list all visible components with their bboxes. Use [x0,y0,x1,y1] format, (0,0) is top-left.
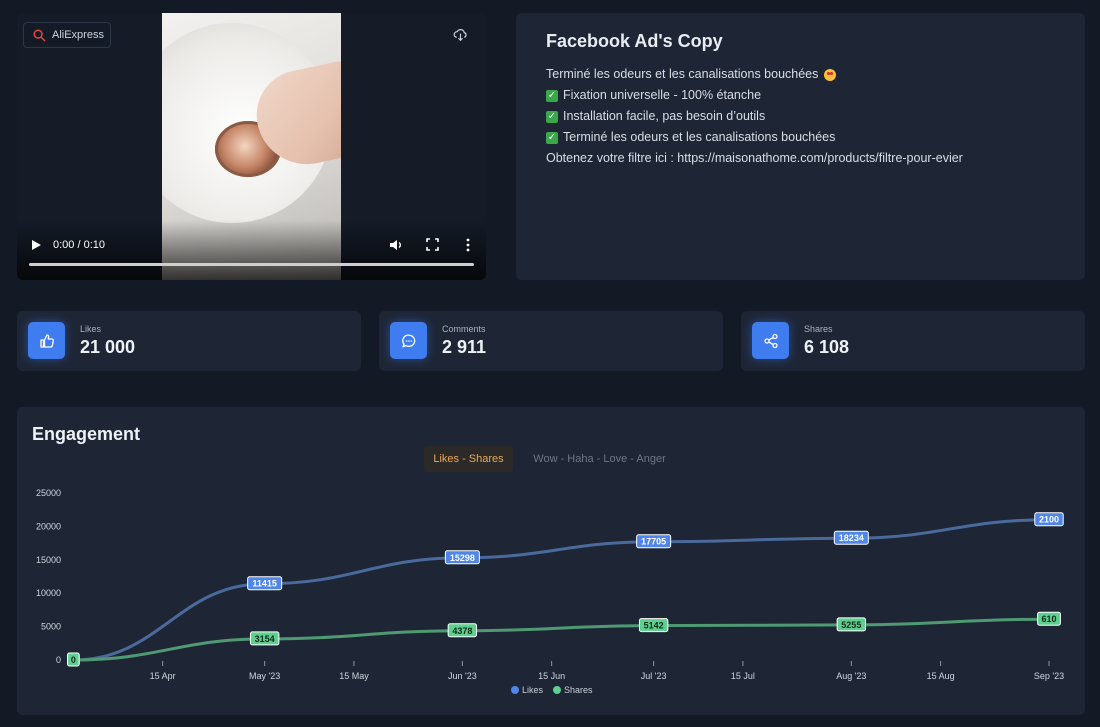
x-tick-label: Jun '23 [448,671,477,681]
stat-value: 2 911 [442,337,487,357]
cloud-download-icon[interactable] [453,27,468,42]
y-tick-label: 10000 [36,588,61,598]
ad-copy-line: ✓ Terminé les odeurs et les canalisations… [546,130,836,144]
volume-icon[interactable] [389,238,403,252]
heart-eyes-emoji-icon [824,68,837,81]
chart-legend: Likes Shares [511,685,593,695]
ad-copy-line: Terminé les odeurs et les canalisations … [546,64,963,85]
data-label: 4378 [452,626,472,636]
x-tick-label: Aug '23 [836,671,866,681]
check-mark-icon: ✓ [546,89,558,102]
stat-card-comments: Comments 2 911 [379,311,723,371]
ad-copy-title: Facebook Ad's Copy [546,31,723,51]
thumbs-up-icon [28,322,65,359]
ad-copy-line: ✓ Installation facile, pas besoin d’outil… [546,109,766,123]
x-tick-label: 15 Apr [150,671,176,681]
ad-copy-text: Terminé les odeurs et les canalisations … [546,64,963,169]
ad-copy-line: Obtenez votre filtre ici : https://maiso… [546,151,963,165]
x-tick-label: May '23 [249,671,280,681]
legend-swatch [553,686,562,694]
y-tick-label: 15000 [36,555,61,565]
stat-label: Likes [80,324,102,334]
stat-label: Comments [442,324,486,334]
ad-copy-line: ✓ Fixation universelle - 100% étanche [546,88,762,102]
data-label: 18234 [839,533,864,543]
share-icon [752,322,789,359]
check-mark-icon: ✓ [546,131,558,144]
x-tick-label: 15 Aug [927,671,955,681]
x-tick-label: 15 Jul [731,671,755,681]
more-options-icon[interactable] [462,238,474,252]
play-icon[interactable] [30,239,42,251]
fullscreen-icon[interactable] [426,238,439,251]
x-tick-label: Jul '23 [641,671,667,681]
data-label: 2100 [1039,515,1059,525]
stat-value: 6 108 [804,337,850,357]
legend-swatch [511,686,519,694]
x-tick-label: 15 Jun [538,671,565,681]
video-progress-bar[interactable] [29,263,474,266]
video-time: 0:00 / 0:10 [53,239,105,251]
aliexpress-label: AliExpress [52,29,104,41]
engagement-line-chart: 0 5000 10000 15000 20000 25000 15 Apr May '23 15… [36,488,1064,681]
stat-value: 21 000 [80,337,136,357]
legend-item-shares[interactable]: Shares [553,685,593,695]
series-line-shares [73,617,1050,662]
aliexpress-button[interactable]: AliExpress [23,22,111,48]
legend-item-likes[interactable]: Likes [511,685,543,695]
stat-label: Shares [804,324,833,334]
data-label: 3154 [255,634,275,644]
data-label: 5255 [841,620,861,630]
stat-card-likes: Likes 21 000 [17,311,361,371]
series-line-likes [73,518,1050,662]
data-label: 11415 [252,579,277,589]
y-tick-label: 25000 [36,488,61,498]
x-tick-label: 15 May [339,671,369,681]
video-player[interactable]: AliExpress 0:00 / 0:10 [17,13,486,280]
y-tick-label: 0 [56,655,61,665]
data-label: 15298 [450,553,475,563]
stat-card-shares: Shares 6 108 [741,311,1085,371]
y-tick-label: 5000 [41,622,61,632]
data-label: 17705 [641,537,666,547]
x-tick-label: Sep '23 [1034,671,1064,681]
data-label: 0 [71,655,76,665]
ad-copy-panel: Facebook Ad's Copy Terminé les odeurs et… [516,13,1085,280]
search-icon [33,28,46,41]
check-mark-icon: ✓ [546,110,558,123]
data-label: 610 [1041,614,1056,624]
comment-icon [390,322,427,359]
y-tick-label: 20000 [36,521,61,531]
engagement-panel: Engagement Likes - Shares Wow - Haha - L… [17,407,1085,715]
data-label: 5142 [644,621,664,631]
